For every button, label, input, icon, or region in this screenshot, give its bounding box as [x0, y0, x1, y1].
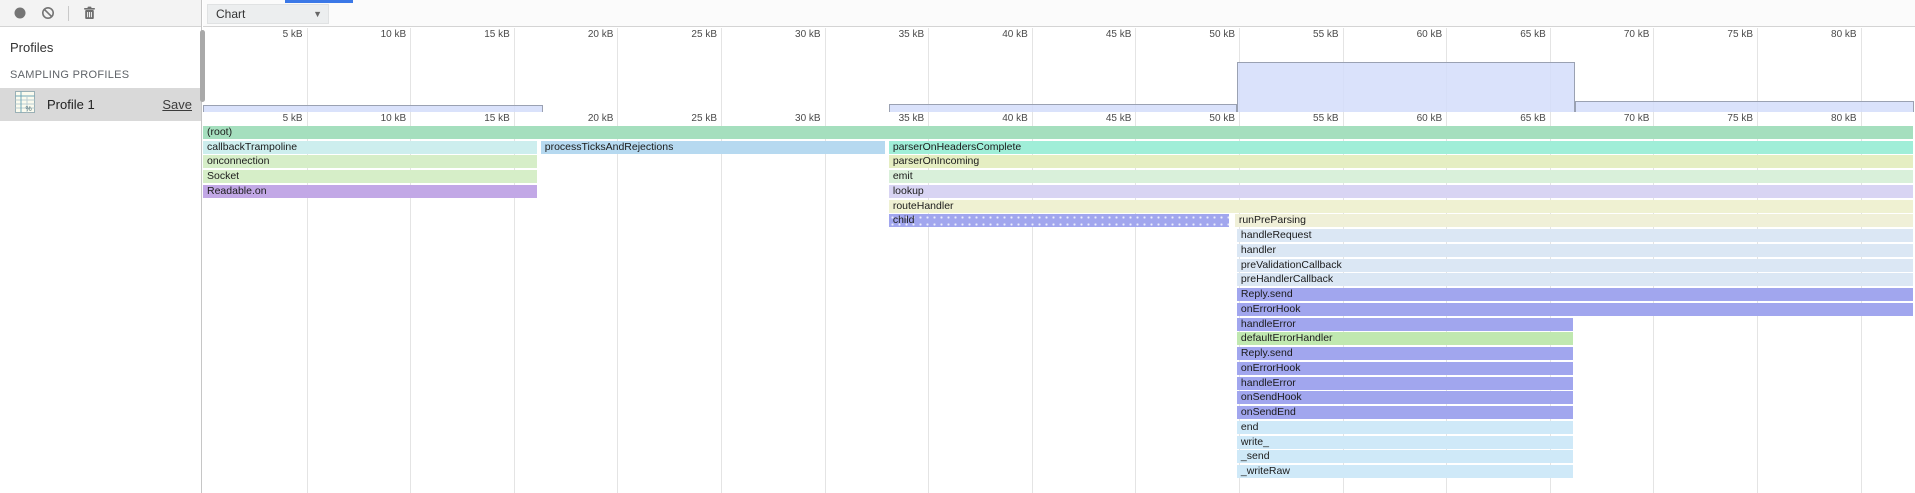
axis-tick-label: 5 kB [243, 113, 303, 124]
profiles-sidebar: Profiles SAMPLING PROFILES % Profile 1 S… [0, 0, 202, 493]
flame-bar-runpreparsing[interactable]: runPreParsing [1235, 214, 1913, 227]
flame-bar-handleerror[interactable]: handleError [1237, 318, 1573, 331]
profiles-heading: Profiles [10, 40, 201, 55]
sidebar-item-profile-1[interactable]: % Profile 1 Save [0, 88, 201, 121]
axis-tick-label: 40 kB [968, 113, 1028, 124]
flame-bar-prehandlercallback[interactable]: preHandlerCallback [1237, 273, 1913, 286]
flamechart-pane: Chart ▼ 5 kB 10 kB 15 kB 20 kB 25 kB 30 kB 35 … [203, 0, 1915, 493]
flame-bar-child[interactable]: child [889, 214, 1229, 227]
axis-tick-label: 40 kB [968, 29, 1028, 40]
axis-tick-label: 70 kB [1589, 113, 1649, 124]
axis-tick-label: 65 kB [1486, 113, 1546, 124]
flame-bar-defaulterrorhandler[interactable]: defaultErrorHandler [1237, 332, 1573, 345]
profiles-toolbar [0, 0, 201, 27]
trash-icon[interactable] [81, 5, 97, 21]
profile-name: Profile 1 [47, 97, 162, 112]
axis-tick-label: 10 kB [346, 113, 406, 124]
flame-bar-emit[interactable]: emit [889, 170, 1913, 183]
vertical-scrollbar-thumb[interactable] [200, 30, 205, 102]
flame-bar-handleerror[interactable]: handleError [1237, 377, 1573, 390]
axis-tick-label: 45 kB [1071, 29, 1131, 40]
flame-bar-onerrorhook[interactable]: onErrorHook [1237, 362, 1573, 375]
overview-area-step [889, 104, 1237, 112]
view-mode-value: Chart [216, 7, 245, 21]
overview-area-step [1575, 101, 1915, 112]
flamechart-canvas[interactable]: (root) callbackTrampoline processTicksAndR… [203, 126, 1915, 493]
axis-tick-label: 10 kB [346, 29, 406, 40]
axis-tick-label: 75 kB [1693, 29, 1753, 40]
axis-tick-label: 70 kB [1589, 29, 1649, 40]
axis-tick-label: 25 kB [657, 113, 717, 124]
clear-all-icon[interactable] [40, 5, 56, 21]
heap-profile-icon: % [15, 91, 35, 118]
flame-bar-reply-send[interactable]: Reply.send [1237, 288, 1913, 301]
axis-tick-label: 55 kB [1279, 29, 1339, 40]
flame-bar-onconnection[interactable]: onconnection [203, 155, 537, 168]
flame-bar-lookup[interactable]: lookup [889, 185, 1913, 198]
flame-bar-onsendend[interactable]: onSendEnd [1237, 406, 1573, 419]
flame-bar-onerrorhook[interactable]: onErrorHook [1237, 303, 1913, 316]
flame-bar-write-[interactable]: write_ [1237, 436, 1573, 449]
axis-tick-label: 50 kB [1175, 29, 1235, 40]
save-profile-link[interactable]: Save [162, 97, 192, 112]
flame-bar-handler[interactable]: handler [1237, 244, 1913, 257]
flame-bar-readable-on[interactable]: Readable.on [203, 185, 537, 198]
flame-bar-routehandler[interactable]: routeHandler [889, 200, 1913, 213]
flame-bar-parseronheaderscomplete[interactable]: parserOnHeadersComplete [889, 141, 1913, 154]
axis-tick-label: 30 kB [761, 113, 821, 124]
flame-bar--send[interactable]: _send [1237, 450, 1573, 463]
allocation-overview-area[interactable] [203, 42, 1915, 112]
toolbar-separator [68, 6, 69, 21]
chevron-down-icon: ▼ [313, 9, 322, 19]
overview-area-step [1237, 62, 1575, 112]
flame-bar-parseronincoming[interactable]: parserOnIncoming [889, 155, 1913, 168]
axis-tick-label: 15 kB [450, 113, 510, 124]
overview-area-step [203, 105, 543, 112]
record-icon[interactable] [12, 5, 28, 21]
axis-tick-label: 45 kB [1071, 113, 1131, 124]
axis-tick-label: 75 kB [1693, 113, 1753, 124]
flame-bar-onsendhook[interactable]: onSendHook [1237, 391, 1573, 404]
axis-tick-label: 60 kB [1382, 113, 1442, 124]
flame-bar-processticksandrejections[interactable]: processTicksAndRejections [541, 141, 886, 154]
axis-tick-label: 35 kB [864, 113, 924, 124]
axis-tick-label: 60 kB [1382, 29, 1442, 40]
flame-bar-handlerequest[interactable]: handleRequest [1237, 229, 1913, 242]
flame-bar-socket[interactable]: Socket [203, 170, 537, 183]
view-mode-select[interactable]: Chart ▼ [207, 4, 329, 24]
flame-bar--writeraw[interactable]: _writeRaw [1237, 465, 1573, 478]
flame-bar-end[interactable]: end [1237, 421, 1573, 434]
flame-bar--root-[interactable]: (root) [203, 126, 1913, 139]
overview-ruler: 5 kB 10 kB 15 kB 20 kB 25 kB 30 kB 35 kB 40 kB 4… [203, 28, 1915, 42]
axis-tick-label: 15 kB [450, 29, 510, 40]
axis-tick-label: 25 kB [657, 29, 717, 40]
axis-tick-label: 20 kB [553, 113, 613, 124]
flame-bar-prevalidationcallback[interactable]: preValidationCallback [1237, 259, 1913, 272]
axis-tick-label: 55 kB [1279, 113, 1339, 124]
axis-tick-label: 5 kB [243, 29, 303, 40]
axis-tick-label: 20 kB [553, 29, 613, 40]
chart-toolbar: Chart ▼ [203, 0, 1915, 27]
axis-tick-label: 35 kB [864, 29, 924, 40]
flamechart-ruler: 5 kB 10 kB 15 kB 20 kB 25 kB 30 kB 35 kB 40 kB 4… [203, 112, 1915, 126]
active-tab-indicator [285, 0, 353, 3]
flame-bar-reply-send[interactable]: Reply.send [1237, 347, 1573, 360]
svg-text:%: % [26, 106, 32, 113]
axis-tick-label: 50 kB [1175, 113, 1235, 124]
axis-tick-label: 80 kB [1797, 113, 1857, 124]
axis-tick-label: 65 kB [1486, 29, 1546, 40]
axis-tick-label: 80 kB [1797, 29, 1857, 40]
sampling-profiles-section-heading: SAMPLING PROFILES [10, 69, 201, 81]
memory-profiler-panel: Profiles SAMPLING PROFILES % Profile 1 S… [0, 0, 1915, 493]
flame-bar-callbacktrampoline[interactable]: callbackTrampoline [203, 141, 537, 154]
axis-tick-label: 30 kB [761, 29, 821, 40]
